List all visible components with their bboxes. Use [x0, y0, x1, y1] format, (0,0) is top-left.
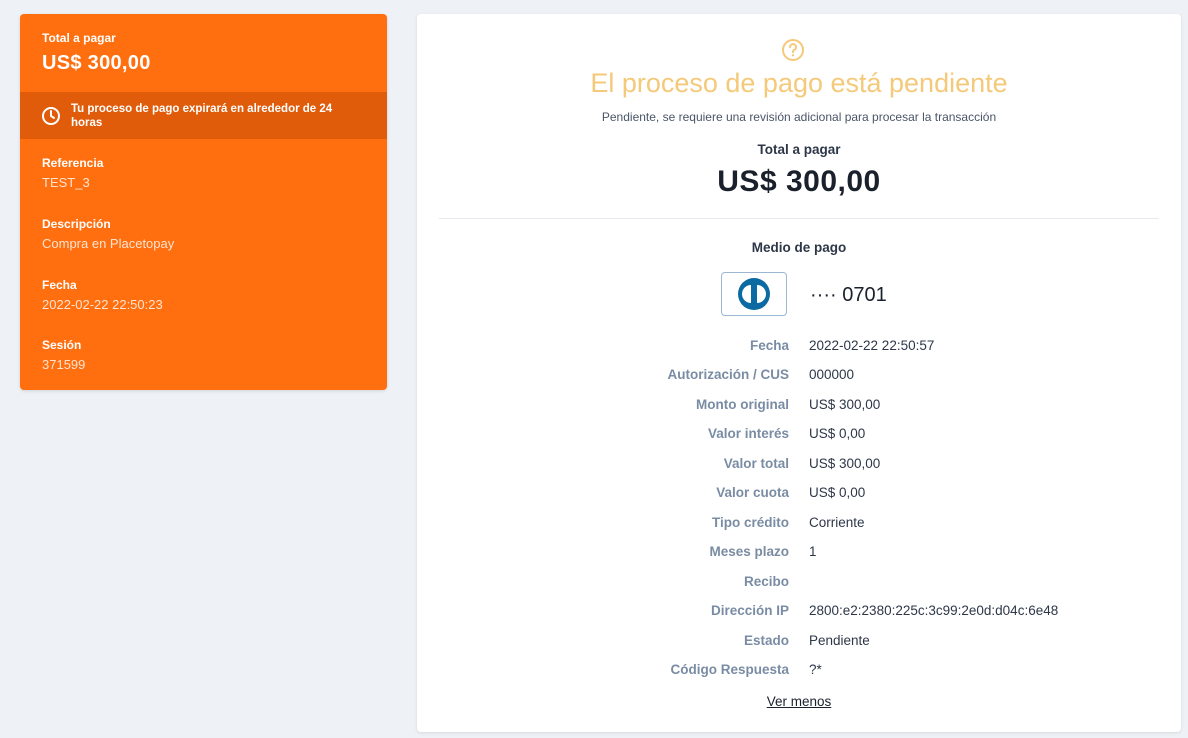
- detail-key: Autorización / CUS: [667, 367, 789, 382]
- summary-field-value: TEST_3: [42, 175, 90, 190]
- detail-row: Monto original US$ 300,00: [417, 397, 1181, 417]
- detail-value: 2022-02-22 22:50:57: [809, 338, 935, 353]
- payment-method-title: Medio de pago: [751, 240, 847, 255]
- card-number-masked: ···· 0701: [810, 284, 887, 306]
- detail-row: Recibo: [417, 574, 1181, 594]
- summary-field-value: 2022-02-22 22:50:23: [42, 297, 163, 312]
- detail-row: Valor total US$ 300,00: [417, 456, 1181, 476]
- detail-value: 000000: [809, 367, 855, 382]
- payment-summary-card: Total a pagar US$ 300,00 Tu proceso de p…: [20, 14, 387, 390]
- summary-field-label: Referencia: [42, 156, 104, 170]
- detail-key: Dirección IP: [710, 603, 789, 618]
- detail-key: Valor cuota: [716, 485, 789, 500]
- detail-value: US$ 300,00: [809, 456, 881, 471]
- detail-value: 1: [809, 544, 817, 559]
- detail-value: Pendiente: [809, 633, 870, 648]
- summary-field-value: Compra en Placetopay: [42, 236, 175, 251]
- show-less-link[interactable]: Ver menos: [417, 694, 1181, 709]
- diners-club-icon: [738, 278, 770, 310]
- detail-key: Recibo: [743, 574, 789, 589]
- detail-value: US$ 0,00: [809, 485, 866, 500]
- payment-result-card: El proceso de pago está pendiente Pendie…: [417, 14, 1181, 732]
- detail-row: Meses plazo 1: [417, 544, 1181, 564]
- expiration-notice: Tu proceso de pago expirará en alrededor…: [20, 92, 387, 139]
- detail-row: Código Respuesta ?*: [417, 662, 1181, 682]
- detail-row: Valor cuota US$ 0,00: [417, 485, 1181, 505]
- summary-field-label: Sesión: [42, 338, 82, 352]
- divider: [439, 218, 1159, 219]
- summary-field-label: Descripción: [42, 217, 111, 231]
- summary-total-label: Total a pagar: [42, 31, 116, 45]
- detail-key: Tipo crédito: [711, 515, 789, 530]
- result-total-amount: US$ 300,00: [717, 165, 881, 198]
- detail-key: Valor interés: [707, 426, 789, 441]
- detail-key: Valor total: [723, 456, 789, 471]
- detail-key: Estado: [743, 633, 789, 648]
- summary-field-date: Fecha 2022-02-22 22:50:23: [42, 278, 163, 312]
- summary-field-description: Descripción Compra en Placetopay: [42, 217, 174, 251]
- summary-field-session: Sesión 371599: [42, 338, 85, 372]
- summary-total-amount: US$ 300,00: [42, 52, 151, 74]
- detail-value: Corriente: [809, 515, 865, 530]
- detail-key: Meses plazo: [709, 544, 789, 559]
- card-brand-logo: [721, 272, 787, 316]
- status-subtitle: Pendiente, se requiere una revisión adic…: [601, 110, 997, 124]
- detail-key: Monto original: [696, 397, 789, 412]
- expiration-message: Tu proceso de pago expirará en alrededor…: [71, 102, 333, 129]
- detail-row: Dirección IP 2800:e2:2380:225c:3c99:2e0d…: [417, 603, 1181, 623]
- detail-value: US$ 300,00: [809, 397, 881, 412]
- summary-field-reference: Referencia TEST_3: [42, 156, 103, 190]
- detail-value: ?*: [809, 662, 822, 677]
- detail-row: Tipo crédito Corriente: [417, 515, 1181, 535]
- detail-row: Estado Pendiente: [417, 633, 1181, 653]
- detail-row: Fecha 2022-02-22 22:50:57: [417, 338, 1181, 358]
- result-total-label: Total a pagar: [757, 142, 841, 157]
- detail-row: Autorización / CUS 000000: [417, 367, 1181, 387]
- status-title: El proceso de pago está pendiente: [590, 68, 1008, 98]
- detail-row: Valor interés US$ 0,00: [417, 426, 1181, 446]
- detail-value: 2800:e2:2380:225c:3c99:2e0d:d04c:6e48: [809, 603, 1059, 618]
- detail-value: US$ 0,00: [809, 426, 866, 441]
- question-circle-icon: [782, 39, 804, 61]
- detail-key: Fecha: [749, 338, 789, 353]
- summary-field-value: 371599: [42, 357, 86, 372]
- summary-field-label: Fecha: [42, 278, 77, 292]
- clock-icon: [42, 106, 60, 125]
- detail-key: Código Respuesta: [670, 662, 789, 677]
